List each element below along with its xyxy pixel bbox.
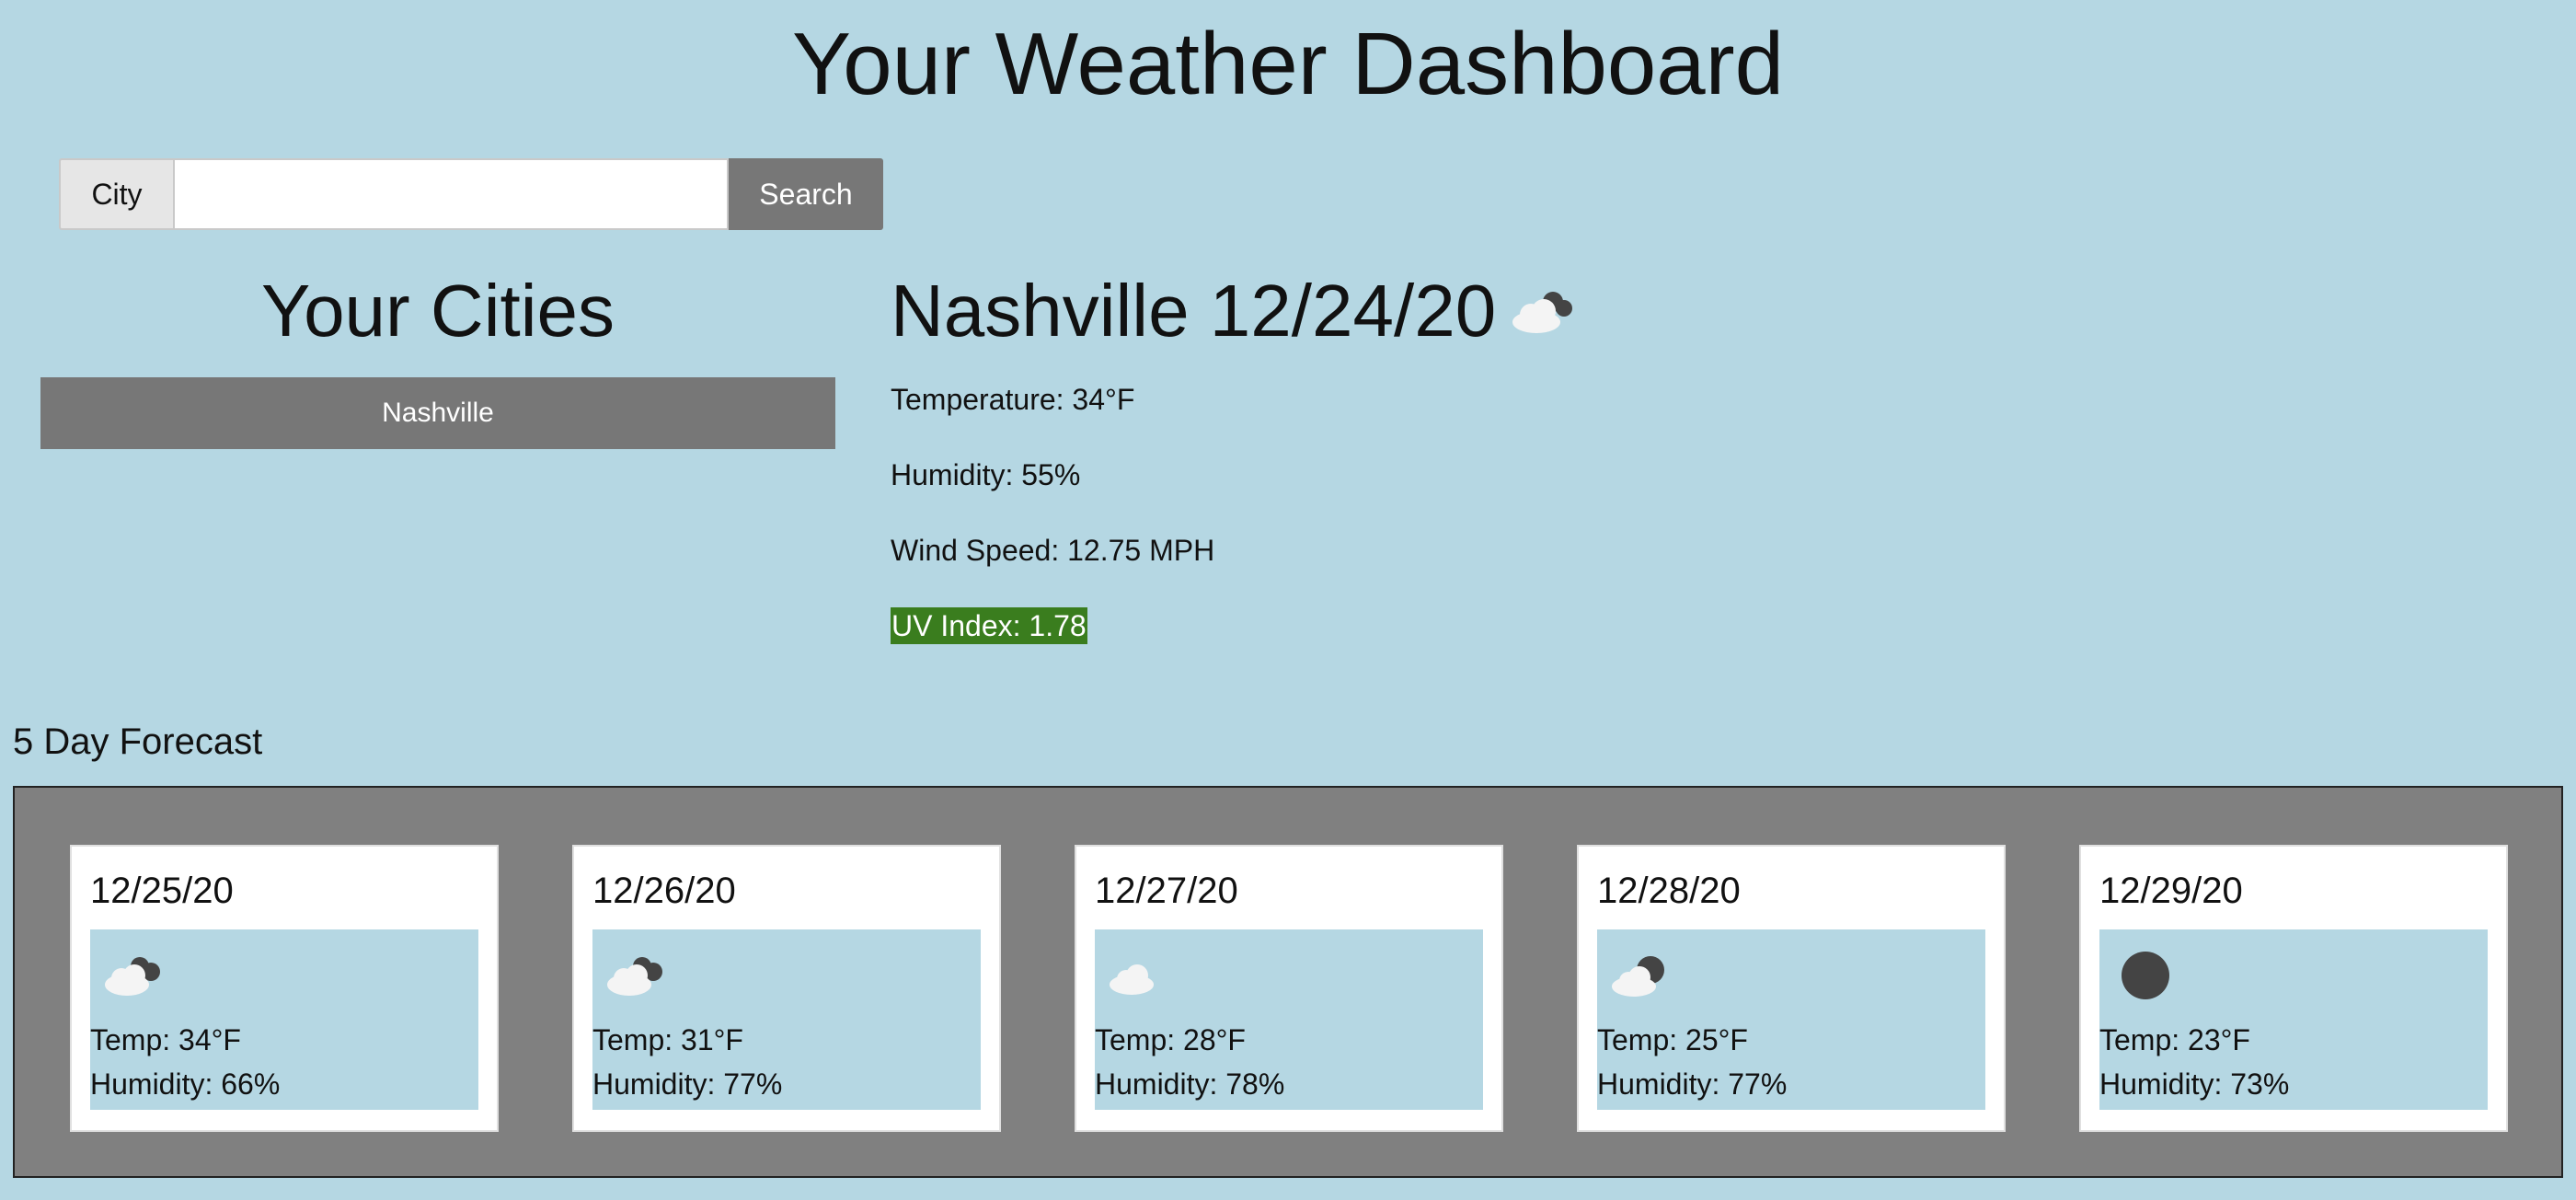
current-uv-index: UV Index: 1.78 — [891, 607, 1087, 644]
broken-clouds-icon — [99, 948, 173, 1008]
forecast-card-body: Temp: 23°F Humidity: 73% — [2099, 929, 2488, 1110]
forecast-humidity: Humidity: 66% — [90, 1067, 281, 1101]
cloud-icon — [1104, 948, 1178, 1008]
forecast-humidity: Humidity: 78% — [1095, 1067, 1285, 1101]
uv-index-badge: UV Index: 1.78 — [891, 607, 1087, 644]
current-wind-speed: Wind Speed: 12.75 MPH — [891, 534, 1215, 567]
page-title: Your Weather Dashboard — [791, 15, 1785, 113]
clear-night-icon — [2109, 948, 2182, 1008]
current-humidity: Humidity: 55% — [891, 458, 1081, 491]
forecast-card: 12/25/20 Temp: 34°F Humidity: 66% — [70, 845, 499, 1132]
forecast-temp: Temp: 34°F — [90, 1023, 241, 1056]
city-button-nashville[interactable]: Nashville — [40, 377, 835, 449]
forecast-date: 12/25/20 — [90, 871, 234, 911]
forecast-card-body: Temp: 25°F Humidity: 77% — [1597, 929, 1985, 1110]
forecast-date: 12/27/20 — [1095, 871, 1238, 911]
forecast-temp: Temp: 31°F — [592, 1023, 743, 1056]
forecast-card: 12/27/20 Temp: 28°F Humidity: 78% — [1075, 845, 1503, 1132]
current-weather-header: Nashville 12/24/20 — [891, 267, 1995, 355]
forecast-card: 12/26/20 Temp: 31°F Humidity: 77% — [572, 845, 1001, 1132]
forecast-humidity: Humidity: 73% — [2099, 1067, 2290, 1101]
forecast-date: 12/26/20 — [592, 871, 736, 911]
forecast-card-body: Temp: 28°F Humidity: 78% — [1095, 929, 1483, 1110]
forecast-card-body: Temp: 34°F Humidity: 66% — [90, 929, 478, 1110]
forecast-card: 12/29/20 Temp: 23°F Humidity: 73% — [2079, 845, 2508, 1132]
search-form: City Search — [59, 158, 883, 230]
forecast-date: 12/29/20 — [2099, 871, 2243, 911]
forecast-heading: 5 Day Forecast — [13, 721, 263, 762]
current-city-date: Nashville 12/24/20 — [891, 270, 1497, 352]
forecast-card-body: Temp: 31°F Humidity: 77% — [592, 929, 981, 1110]
broken-clouds-icon — [602, 948, 675, 1008]
forecast-temp: Temp: 28°F — [1095, 1023, 1246, 1056]
forecast-temp: Temp: 25°F — [1597, 1023, 1748, 1056]
forecast-temp: Temp: 23°F — [2099, 1023, 2250, 1056]
forecast-humidity: Humidity: 77% — [592, 1067, 783, 1101]
forecast-date: 12/28/20 — [1597, 871, 1741, 911]
current-weather: Nashville 12/24/20 Temperature: 34°F Hum… — [891, 267, 1995, 644]
forecast-card: 12/28/20 Temp: 25°F Humidity: 77% — [1577, 845, 2006, 1132]
forecast-humidity: Humidity: 77% — [1597, 1067, 1788, 1101]
cities-heading: Your Cities — [261, 270, 615, 352]
partly-cloudy-night-icon — [1507, 283, 1581, 343]
partly-cloudy-night-icon — [1606, 948, 1680, 1008]
current-temperature: Temperature: 34°F — [891, 383, 1135, 416]
city-input-label: City — [59, 158, 173, 230]
forecast-panel: 12/25/20 Temp: 34°F Humidity: 66% 12/26/… — [13, 786, 2563, 1178]
search-button[interactable]: Search — [729, 158, 883, 230]
city-search-input[interactable] — [173, 158, 729, 230]
